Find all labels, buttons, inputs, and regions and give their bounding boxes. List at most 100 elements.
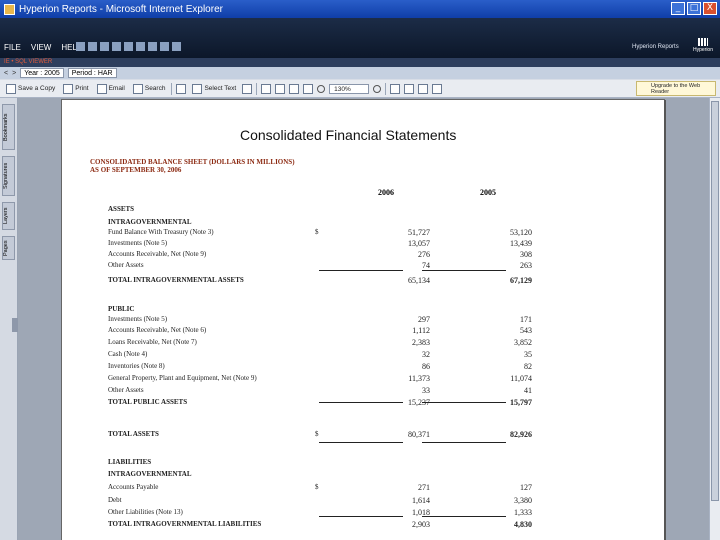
row-label: Other Liabilities (Note 13) (108, 508, 183, 516)
upgrade-reader-link[interactable]: Upgrade to the Web Reader (636, 81, 716, 96)
open-icon[interactable] (88, 42, 97, 51)
balance-sheet-heading: CONSOLIDATED BALANCE SHEET (DOLLARS IN M… (90, 158, 295, 174)
value-2005: 1,333 (514, 508, 532, 517)
row-label: Debt (108, 496, 122, 504)
snapshot-icon[interactable] (242, 83, 253, 94)
brand-logo-text: Hyperion (692, 47, 713, 53)
next-arrow-icon[interactable]: > (12, 70, 16, 77)
fit-width-icon[interactable] (303, 83, 314, 94)
toolbar-separator (171, 82, 173, 95)
row-label: LIABILITIES (108, 458, 152, 466)
window-titlebar: Hyperion Reports - Microsoft Internet Ex… (0, 0, 720, 18)
value-2005: 263 (520, 261, 532, 270)
value-2006: 11,373 (408, 374, 430, 383)
search-button[interactable]: Search (131, 83, 168, 94)
value-2005: 308 (520, 250, 532, 259)
value-2005: 543 (520, 326, 532, 335)
row-label: Fund Balance With Treasury (Note 3) (108, 228, 214, 236)
scrollbar-thumb[interactable] (711, 101, 719, 501)
pov-year-selector[interactable]: Year : 2005 (20, 68, 64, 78)
total-underline (319, 402, 403, 403)
user-icon[interactable] (124, 42, 133, 51)
value-2005: 127 (520, 483, 532, 492)
table-row: TOTAL INTRAGOVERNMENTAL ASSETS 65,134 67,1… (62, 276, 664, 287)
tab-bookmarks[interactable]: Bookmarks (2, 104, 15, 150)
row-label: TOTAL INTRAGOVERNMENTAL ASSETS (108, 276, 244, 284)
zoom-in-icon[interactable] (261, 83, 272, 94)
breadcrumb: IE • SQL VIEWER (0, 58, 720, 67)
actual-size-icon[interactable] (275, 83, 286, 94)
pov-period-selector[interactable]: Period : HAR (67, 68, 117, 78)
tab-layers[interactable]: Layers (2, 202, 15, 230)
total-underline (319, 442, 403, 443)
close-button[interactable]: X (703, 2, 717, 15)
refresh-icon[interactable] (76, 42, 85, 51)
maximize-button[interactable]: □ (687, 2, 701, 15)
select-text-button[interactable]: Select Text (190, 83, 238, 94)
side-panel-tabs: Bookmarks Signatures Layers Pages (0, 98, 18, 540)
table-row: Accounts Receivable, Net (Note 6) 1,112 54… (62, 326, 664, 337)
document-title: Consolidated Financial Statements (240, 127, 457, 143)
document-page: Consolidated Financial Statements CONSOL… (62, 100, 664, 540)
table-row: Fund Balance With Treasury (Note 3) $51,7… (62, 228, 664, 239)
total-underline (422, 270, 506, 271)
page-layout-icon[interactable] (418, 83, 429, 94)
toolbar-separator (385, 82, 387, 95)
search-label: Search (144, 85, 166, 92)
fit-page-icon[interactable] (289, 83, 300, 94)
printer-icon (63, 83, 74, 94)
row-label: General Property, Plant and Equipment, N… (108, 374, 257, 382)
total-underline (422, 442, 506, 443)
row-label: ASSETS (108, 205, 135, 213)
value-2005: 35 (524, 350, 532, 359)
tab-pages[interactable]: Pages (2, 236, 15, 260)
email-button[interactable]: Email (95, 83, 127, 94)
prev-arrow-icon[interactable]: < (4, 70, 8, 77)
table-row: Inventories (Note 8) 86 82 (62, 362, 664, 373)
value-2005: 41 (524, 386, 532, 395)
sheet-date: AS OF SEPTEMBER 30, 2006 (90, 166, 182, 174)
menu-view[interactable]: VIEW (31, 43, 51, 52)
save-icon (6, 83, 16, 94)
table-row: General Property, Plant and Equipment, N… (62, 374, 664, 385)
value-2006: 80,371 (408, 430, 430, 439)
zoom-in-round-icon[interactable] (373, 84, 382, 93)
total-underline (319, 516, 403, 517)
row-label: Cash (Note 4) (108, 350, 148, 358)
hand-tool-icon[interactable] (176, 83, 187, 94)
value-2005: 3,380 (514, 496, 532, 505)
export-icon[interactable] (136, 42, 145, 51)
value-2005: 53,120 (510, 228, 532, 237)
tab-signatures[interactable]: Signatures (2, 156, 15, 196)
zoom-level-input[interactable]: 130% (329, 83, 370, 94)
vertical-scrollbar[interactable] (709, 98, 720, 540)
column-header-2005: 2005 (480, 188, 496, 197)
help-icon[interactable] (172, 42, 181, 51)
rotate-icon[interactable] (390, 83, 401, 94)
total-underline (422, 516, 506, 517)
table-row: INTRAGOVERNMENTAL (62, 470, 664, 481)
logo-mark-icon (698, 38, 708, 46)
value-2006: 2,903 (412, 520, 430, 529)
row-label: Accounts Receivable, Net (Note 6) (108, 326, 207, 334)
rotate-back-icon[interactable] (404, 83, 415, 94)
app-icon (4, 3, 15, 15)
app-toolbar (76, 42, 181, 51)
folder-icon[interactable] (100, 42, 109, 51)
minimize-button[interactable]: _ (671, 2, 685, 15)
value-2006: 65,134 (408, 276, 430, 285)
value-2006: 1,112 (412, 326, 430, 335)
print-button[interactable]: Print (61, 83, 90, 94)
menu-file[interactable]: FILE (4, 43, 21, 52)
table-row: Debt 1,614 3,380 (62, 496, 664, 507)
continuous-icon[interactable] (432, 83, 443, 94)
print-icon[interactable] (148, 42, 157, 51)
edit-icon[interactable] (160, 42, 169, 51)
save-copy-button[interactable]: Save a Copy (4, 83, 57, 94)
zoom-out-icon[interactable] (317, 84, 326, 93)
column-header-2006: 2006 (378, 188, 394, 197)
search-icon (132, 83, 143, 94)
currency-symbol: $ (315, 483, 319, 491)
value-2006: 32 (422, 350, 430, 359)
settings-icon[interactable] (112, 42, 121, 51)
